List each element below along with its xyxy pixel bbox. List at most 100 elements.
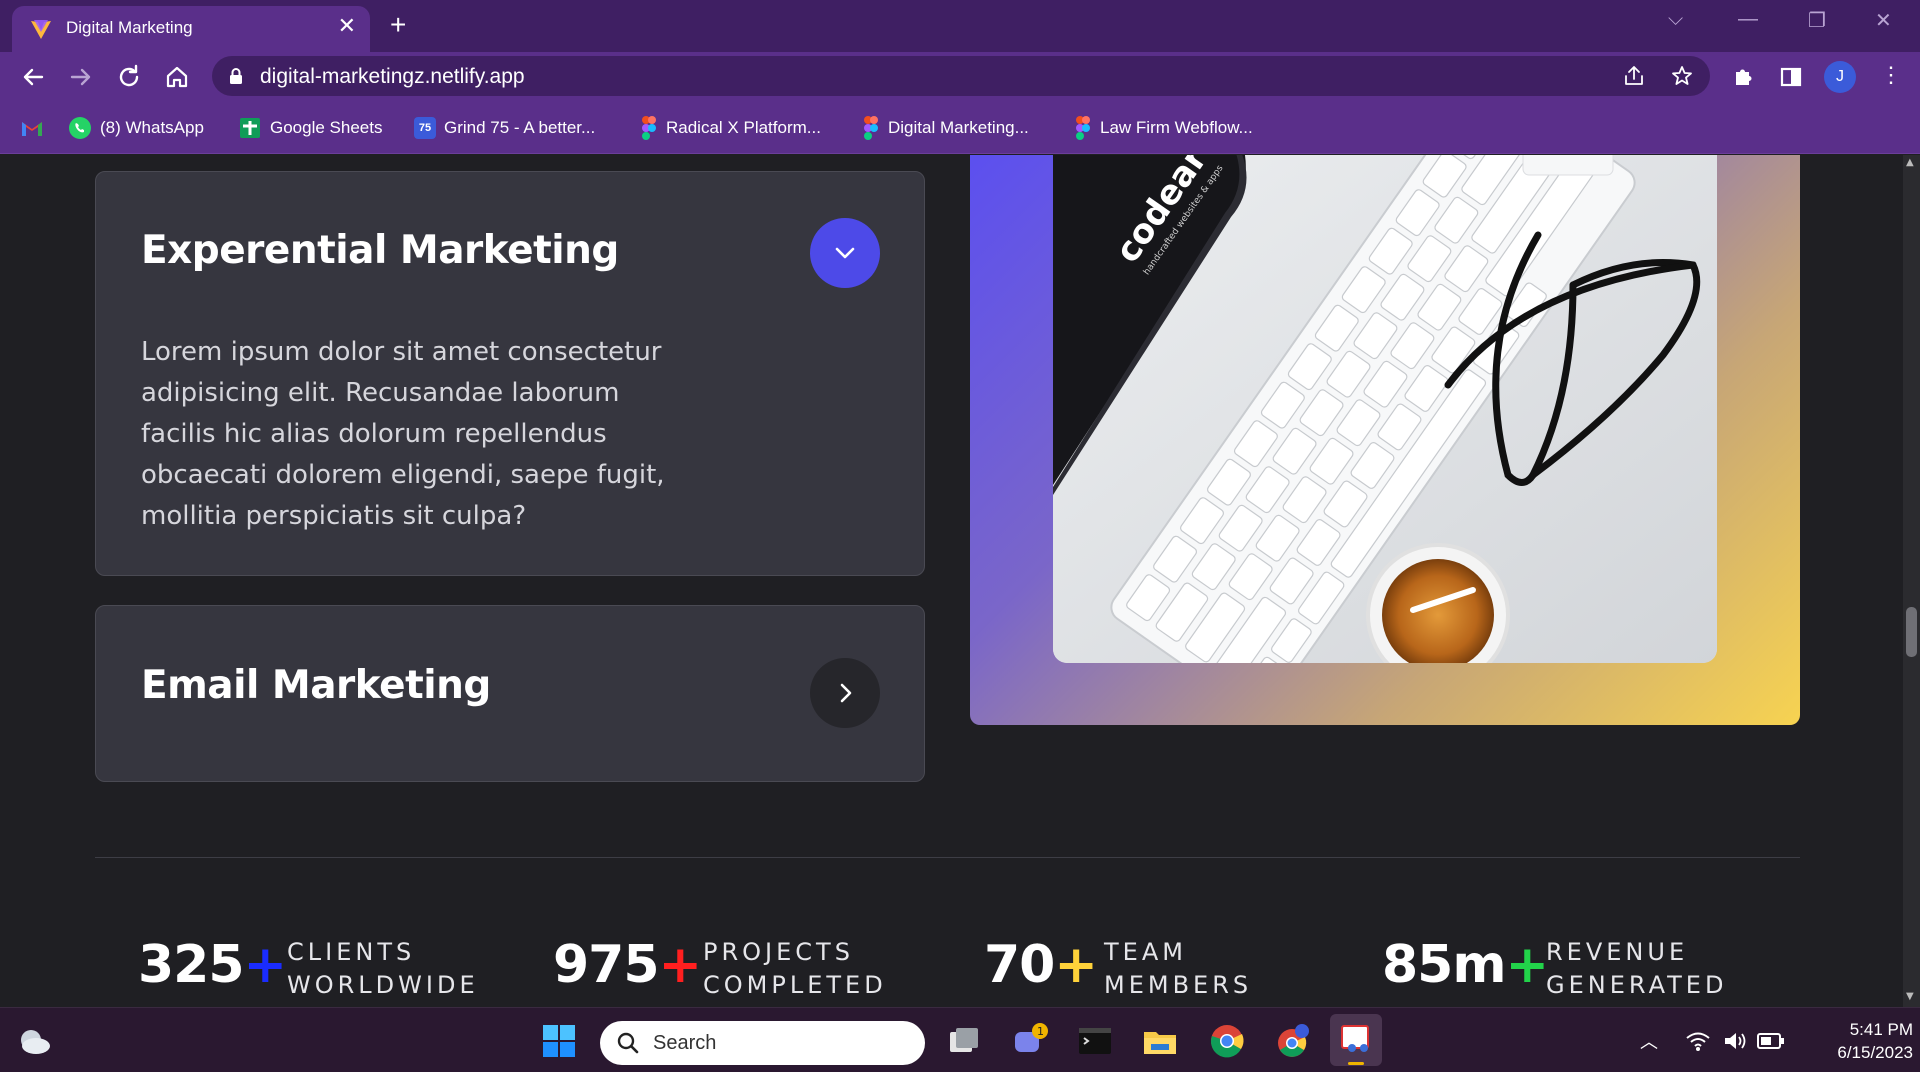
bookmark-grind75[interactable]: 75 Grind 75 - A better... — [414, 114, 595, 142]
bookmark-star-icon[interactable] — [1670, 64, 1694, 88]
bookmark-label: Digital Marketing... — [888, 118, 1029, 137]
bookmark-label: Google Sheets — [270, 118, 383, 137]
stat-plus: + — [243, 935, 288, 995]
page-scrollbar[interactable]: ▲ ▼ — [1903, 155, 1920, 1007]
stat-clients-number: 325+ — [138, 935, 288, 995]
bookmark-label: Law Firm Webflow... — [1100, 118, 1253, 137]
bookmark-radical-x[interactable]: Radical X Platform... — [640, 114, 821, 142]
snipping-tool-active[interactable] — [1330, 1014, 1382, 1066]
weather-cloud-icon[interactable] — [16, 1026, 52, 1056]
accordion-item-experiential: Experential Marketing Lorem ipsum dolor … — [95, 171, 925, 576]
search-placeholder: Search — [653, 1032, 717, 1054]
section-divider — [95, 857, 1800, 858]
tab-close-icon[interactable]: ✕ — [338, 16, 356, 38]
bookmark-label: Grind 75 - A better... — [444, 118, 596, 137]
tab-search-icon[interactable]: ⌵ — [1668, 8, 1683, 31]
bookmark-label: Radical X Platform... — [666, 118, 821, 137]
volume-icon[interactable] — [1722, 1030, 1748, 1052]
url-text[interactable]: digital-marketingz.netlify.app — [260, 65, 525, 89]
accordion-item-email[interactable]: Email Marketing — [95, 605, 925, 782]
chrome-profile-icon[interactable] — [1273, 1022, 1311, 1060]
figma-icon — [642, 116, 656, 140]
wifi-icon[interactable] — [1685, 1030, 1711, 1052]
active-indicator — [1348, 1062, 1364, 1065]
image-gradient-frame: codeart handcrafted websites & apps — [970, 155, 1800, 725]
profile-avatar[interactable]: J — [1824, 61, 1856, 93]
notification-badge: 1 — [1037, 1025, 1044, 1038]
chrome-icon[interactable] — [1208, 1022, 1246, 1060]
chevron-up-icon[interactable]: ︿ — [1640, 1028, 1658, 1054]
lock-icon[interactable] — [228, 67, 244, 85]
windows-start-icon[interactable] — [540, 1022, 578, 1060]
figma-icon — [864, 116, 878, 140]
stat-label-line: COMPLETED — [703, 971, 887, 999]
tab-title: Digital Marketing — [66, 18, 193, 37]
keyboard-laptop-photo: codeart handcrafted websites & apps — [1053, 155, 1717, 663]
accordion-body: Lorem ipsum dolor sit amet consectetur a… — [141, 337, 665, 531]
menu-kebab-icon[interactable]: ⋮ — [1880, 62, 1902, 88]
stat-label-line: CLIENTS — [287, 938, 416, 966]
side-panel-icon[interactable] — [1776, 62, 1806, 92]
vite-favicon-icon — [31, 20, 51, 39]
reload-icon[interactable] — [114, 62, 144, 92]
chevron-right-icon — [840, 683, 852, 703]
browser-tab[interactable]: Digital Marketing ✕ — [12, 6, 370, 52]
scroll-up-icon[interactable]: ▲ — [1906, 157, 1914, 168]
stat-label-line: WORLDWIDE — [287, 971, 479, 999]
share-icon[interactable] — [1622, 64, 1646, 88]
grind75-icon: 75 — [414, 117, 436, 139]
stat-value: 325 — [138, 935, 245, 995]
stat-projects-label: PROJECTS COMPLETED — [703, 936, 887, 1002]
file-explorer-icon[interactable] — [1141, 1022, 1179, 1060]
restore-icon[interactable]: ❐ — [1808, 8, 1826, 33]
teams-chat-icon[interactable]: 1 — [1011, 1022, 1049, 1060]
bookmarks-bar: (8) WhatsApp Google Sheets 75 Grind 75 -… — [0, 102, 1920, 154]
bookmark-whatsapp[interactable]: (8) WhatsApp — [68, 114, 204, 142]
browser-tab-strip: Digital Marketing ✕ + ⌵ — ❐ ✕ — [0, 0, 1920, 52]
workspace-photo: codeart handcrafted websites & apps — [1053, 155, 1717, 663]
accordion-title[interactable]: Experential Marketing — [141, 228, 619, 273]
extensions-icon[interactable] — [1728, 62, 1758, 92]
taskbar-search[interactable]: Search — [600, 1021, 925, 1065]
stat-plus: + — [658, 935, 703, 995]
bookmark-law-firm[interactable]: Law Firm Webflow... — [1074, 114, 1253, 142]
bookmark-digital-marketing[interactable]: Digital Marketing... — [862, 114, 1029, 142]
collapse-button[interactable] — [810, 218, 880, 288]
accordion-title[interactable]: Email Marketing — [141, 663, 491, 708]
stat-value: 70 — [984, 935, 1055, 995]
minimize-icon[interactable]: — — [1738, 8, 1758, 31]
stat-label-line: PROJECTS — [703, 938, 854, 966]
address-bar[interactable]: digital-marketingz.netlify.app — [212, 56, 1710, 96]
stat-plus: + — [1054, 935, 1098, 995]
gmail-icon — [22, 122, 42, 136]
new-tab-icon[interactable]: + — [390, 10, 406, 40]
stat-projects-number: 975+ — [553, 935, 703, 995]
clock-date: 6/15/2023 — [1837, 1043, 1913, 1062]
stat-revenue-number: 85m+ — [1382, 935, 1550, 995]
stat-plus: + — [1505, 935, 1550, 995]
stat-team-label: TEAM MEMBERS — [1104, 936, 1252, 1002]
expand-button[interactable] — [810, 658, 880, 728]
back-arrow-icon[interactable] — [18, 62, 48, 92]
stat-label-line: GENERATED — [1546, 971, 1728, 999]
home-icon[interactable] — [162, 62, 192, 92]
scroll-down-icon[interactable]: ▼ — [1906, 991, 1914, 1002]
stat-clients-label: CLIENTS WORLDWIDE — [287, 936, 479, 1002]
task-view-icon[interactable] — [945, 1022, 983, 1060]
whatsapp-icon — [69, 117, 91, 139]
forward-arrow-icon[interactable] — [66, 62, 96, 92]
page-viewport: Experential Marketing Lorem ipsum dolor … — [0, 155, 1903, 1007]
bookmark-google-sheets[interactable]: Google Sheets — [238, 114, 382, 142]
chevron-down-icon — [835, 247, 855, 259]
clock-time: 5:41 PM — [1849, 1020, 1913, 1039]
bookmark-gmail[interactable] — [20, 114, 44, 142]
battery-icon[interactable] — [1757, 1031, 1785, 1051]
system-clock[interactable]: 5:41 PM 6/15/2023 — [1805, 1018, 1913, 1064]
stat-label-line: TEAM — [1104, 938, 1187, 966]
stat-team-number: 70+ — [984, 935, 1098, 995]
windows-taskbar: Search 1 ︿ 5:41 PM 6/15/2023 — [0, 1007, 1920, 1072]
terminal-icon[interactable] — [1076, 1022, 1114, 1060]
snipping-tool-icon — [1341, 1025, 1369, 1052]
window-close-icon[interactable]: ✕ — [1875, 8, 1892, 33]
scroll-thumb[interactable] — [1906, 607, 1917, 657]
